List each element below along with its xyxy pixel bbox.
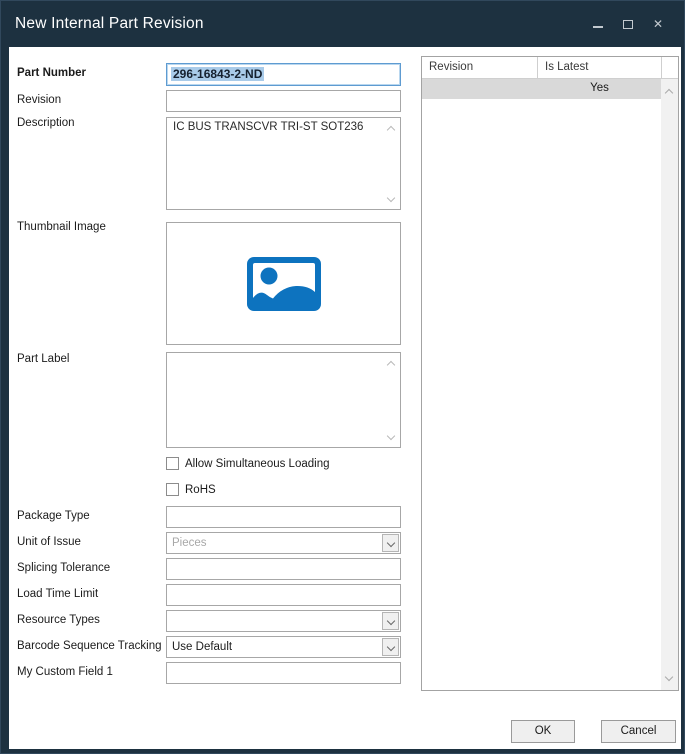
thumbnail-image-box[interactable]: [166, 222, 401, 345]
chevron-down-icon: [387, 644, 394, 651]
rohs-checkbox[interactable]: [166, 483, 179, 496]
unit-of-issue-combobox[interactable]: Pieces: [166, 532, 401, 554]
column-header-is-latest[interactable]: Is Latest: [538, 57, 662, 79]
dialog-content: Part Number 296-16843-2-ND Revision Desc…: [9, 47, 681, 749]
chevron-down-icon: [387, 540, 394, 547]
chevron-down-icon: [387, 618, 394, 625]
close-button[interactable]: ✕: [650, 16, 666, 32]
package-type-input[interactable]: [166, 506, 401, 528]
scroll-down-icon[interactable]: [665, 674, 673, 682]
dialog-window: New Internal Part Revision ✕ Part Number…: [0, 0, 685, 754]
barcode-sequence-tracking-label: Barcode Sequence Tracking: [17, 640, 161, 652]
maximize-button[interactable]: [620, 16, 636, 32]
rohs-row: RoHS: [166, 483, 216, 496]
revision-input[interactable]: [166, 90, 401, 112]
dropdown-button[interactable]: [382, 638, 399, 656]
column-header-revision[interactable]: Revision: [422, 57, 538, 79]
dialog-title: New Internal Part Revision: [15, 1, 204, 47]
splicing-tolerance-input[interactable]: [166, 558, 401, 580]
image-placeholder-icon: [246, 256, 322, 312]
part-number-input[interactable]: 296-16843-2-ND: [166, 63, 401, 86]
dropdown-button[interactable]: [382, 612, 399, 630]
part-label-label: Part Label: [17, 353, 69, 365]
column-header-filler: [662, 57, 678, 79]
scroll-up-icon[interactable]: [387, 359, 395, 367]
resource-types-combobox[interactable]: [166, 610, 401, 632]
unit-of-issue-value: Pieces: [172, 537, 207, 549]
allow-simultaneous-loading-label: Allow Simultaneous Loading: [185, 458, 329, 470]
ok-button[interactable]: OK: [511, 720, 575, 743]
splicing-tolerance-label: Splicing Tolerance: [17, 562, 110, 574]
description-label: Description: [17, 117, 75, 129]
minimize-icon: [593, 26, 603, 28]
table-row[interactable]: Yes: [422, 79, 661, 99]
thumbnail-image-label: Thumbnail Image: [17, 221, 106, 233]
cell-revision: [422, 79, 538, 99]
cell-is-latest: Yes: [538, 79, 661, 99]
load-time-limit-label: Load Time Limit: [17, 588, 98, 600]
part-label-textarea[interactable]: [166, 352, 401, 448]
barcode-sequence-tracking-combobox[interactable]: Use Default: [166, 636, 401, 658]
allow-simultaneous-loading-checkbox[interactable]: [166, 457, 179, 470]
unit-of-issue-label: Unit of Issue: [17, 536, 81, 548]
rohs-label: RoHS: [185, 484, 216, 496]
revisions-table-header: Revision Is Latest: [422, 57, 678, 79]
description-value: IC BUS TRANSCVR TRI-ST SOT236: [173, 121, 363, 133]
dropdown-button[interactable]: [382, 534, 399, 552]
scroll-down-icon[interactable]: [387, 433, 395, 441]
revision-label: Revision: [17, 94, 61, 106]
load-time-limit-input[interactable]: [166, 584, 401, 606]
table-scrollbar[interactable]: [661, 79, 678, 690]
package-type-label: Package Type: [17, 510, 90, 522]
scroll-up-icon[interactable]: [665, 87, 673, 95]
barcode-sequence-tracking-value: Use Default: [172, 641, 232, 653]
scroll-up-icon[interactable]: [387, 124, 395, 132]
part-number-value: 296-16843-2-ND: [171, 67, 264, 81]
my-custom-field-1-label: My Custom Field 1: [17, 666, 113, 678]
allow-simultaneous-loading-row: Allow Simultaneous Loading: [166, 457, 329, 470]
scroll-down-icon[interactable]: [387, 195, 395, 203]
my-custom-field-1-input[interactable]: [166, 662, 401, 684]
part-number-label: Part Number: [17, 67, 86, 79]
cancel-button[interactable]: Cancel: [601, 720, 676, 743]
maximize-icon: [623, 20, 633, 29]
title-bar[interactable]: New Internal Part Revision ✕: [1, 1, 684, 47]
revisions-table[interactable]: Revision Is Latest Yes: [421, 56, 679, 691]
description-textarea[interactable]: IC BUS TRANSCVR TRI-ST SOT236: [166, 117, 401, 210]
minimize-button[interactable]: [590, 16, 606, 32]
resource-types-label: Resource Types: [17, 614, 100, 626]
